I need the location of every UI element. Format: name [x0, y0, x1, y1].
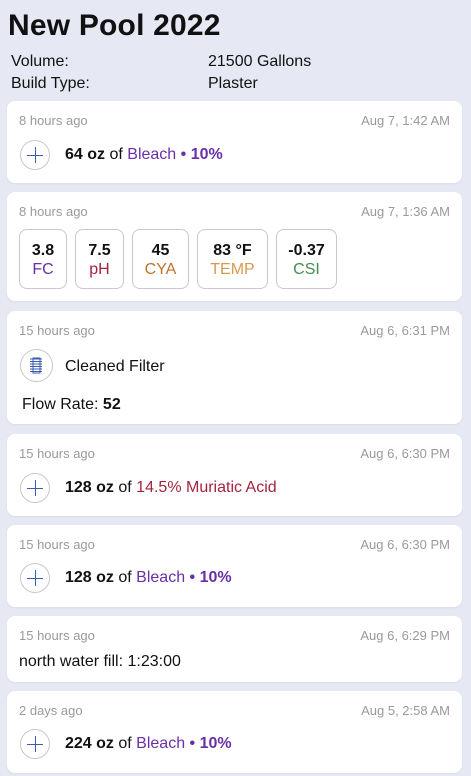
plus-circle-icon [20, 473, 50, 503]
reading-label: CYA [144, 261, 177, 278]
chemical-strength: 10% [199, 569, 232, 586]
reading-tile-csi: -0.37 CSI [276, 229, 337, 289]
reading-value: -0.37 [288, 242, 325, 259]
pool-header: New Pool 2022 Volume: 21500 Gallons Buil… [0, 0, 471, 95]
reading-tile-fc: 3.8 FC [19, 229, 67, 289]
flow-rate-label: Flow Rate: [22, 396, 99, 413]
chemical-strength: 10% [199, 735, 232, 752]
page-title: New Pool 2022 [8, 9, 221, 42]
reading-label: FC [32, 261, 54, 278]
filter-icon-graphic [30, 357, 42, 374]
chemical-dose: 128 oz of 14.5% Muriatic Acid [65, 478, 277, 498]
log-entry-card[interactable]: 15 hours ago Aug 6, 6:30 PM 128 oz of Bl… [7, 525, 462, 607]
timestamp: Aug 6, 6:31 PM [360, 323, 450, 338]
flow-rate: Flow Rate: 52 [22, 396, 121, 414]
dose-amount: 128 oz [65, 569, 114, 586]
reading-value: 3.8 [31, 242, 55, 259]
relative-time: 15 hours ago [19, 628, 95, 643]
log-entry-card[interactable]: 2 days ago Aug 5, 2:58 AM 224 oz of Blea… [7, 691, 462, 773]
flow-rate-value: 52 [102, 396, 121, 413]
reading-tiles: 3.8 FC 7.5 pH 45 CYA 83 °F TEMP -0.37 CS… [19, 229, 345, 289]
dose-amount: 64 oz [65, 146, 106, 163]
relative-time: 8 hours ago [19, 113, 88, 128]
pool-meta: Volume: 21500 Gallons Build Type: Plaste… [8, 51, 463, 95]
log-entry-card[interactable]: 15 hours ago Aug 6, 6:29 PM north water … [7, 616, 462, 682]
chemical-dose: 64 oz of Bleach • 10% [65, 145, 223, 165]
relative-time: 15 hours ago [19, 537, 95, 552]
relative-time: 15 hours ago [19, 323, 95, 338]
maintenance-action: Cleaned Filter [65, 358, 165, 375]
relative-time: 2 days ago [19, 703, 83, 718]
timestamp: Aug 6, 6:30 PM [360, 537, 450, 552]
build-type-row: Build Type: Plaster [8, 73, 463, 95]
dose-of: of [109, 146, 123, 163]
dose-of: of [118, 569, 132, 586]
chemical-strength: 10% [190, 146, 223, 163]
note-text: north water fill: 1:23:00 [19, 653, 181, 670]
dose-amount: 224 oz [65, 735, 114, 752]
timestamp: Aug 6, 6:29 PM [360, 628, 450, 643]
dose-separator: • [180, 146, 187, 163]
plus-circle-icon [20, 729, 50, 759]
reading-value: 7.5 [88, 242, 111, 259]
build-type-label: Build Type: [11, 75, 90, 92]
dose-separator: • [189, 735, 196, 752]
volume-row: Volume: 21500 Gallons [8, 51, 463, 73]
relative-time: 8 hours ago [19, 204, 88, 219]
plus-circle-icon [20, 563, 50, 593]
reading-tile-ph: 7.5 pH [75, 229, 124, 289]
log-entry-card[interactable]: 15 hours ago Aug 6, 6:31 PM Cleaned Filt… [7, 311, 462, 424]
filter-icon [20, 349, 53, 382]
reading-value: 83 °F [213, 242, 252, 259]
log-entry-card[interactable]: 8 hours ago Aug 7, 1:36 AM 3.8 FC 7.5 pH… [7, 192, 462, 301]
timestamp: Aug 6, 6:30 PM [360, 446, 450, 461]
chemical-dose: 224 oz of Bleach • 10% [65, 734, 232, 754]
chemical-name: Bleach [127, 146, 177, 163]
chemical-name: Bleach [136, 735, 186, 752]
reading-label: pH [89, 261, 110, 278]
build-type-value: Plaster [208, 75, 258, 92]
log-entry-card[interactable]: 15 hours ago Aug 6, 6:30 PM 128 oz of 14… [7, 434, 462, 516]
dose-of: of [118, 479, 132, 496]
chemical-dose: 128 oz of Bleach • 10% [65, 568, 232, 588]
volume-value: 21500 Gallons [208, 53, 312, 70]
reading-tile-temp: 83 °F TEMP [197, 229, 268, 289]
log-entry-card[interactable]: 8 hours ago Aug 7, 1:42 AM 64 oz of Blea… [7, 101, 462, 183]
reading-label: TEMP [210, 261, 255, 278]
volume-label: Volume: [11, 53, 69, 70]
dose-of: of [118, 735, 132, 752]
chemical-name: Bleach [136, 569, 186, 586]
timestamp: Aug 7, 1:36 AM [361, 204, 450, 219]
dose-amount: 128 oz [65, 479, 114, 496]
reading-value: 45 [151, 242, 170, 259]
reading-label: CSI [293, 261, 320, 278]
plus-circle-icon [20, 140, 50, 170]
dose-separator: • [189, 569, 196, 586]
timestamp: Aug 7, 1:42 AM [361, 113, 450, 128]
reading-tile-cya: 45 CYA [132, 229, 189, 289]
chemical-name: 14.5% Muriatic Acid [136, 479, 277, 496]
timestamp: Aug 5, 2:58 AM [361, 703, 450, 718]
relative-time: 15 hours ago [19, 446, 95, 461]
